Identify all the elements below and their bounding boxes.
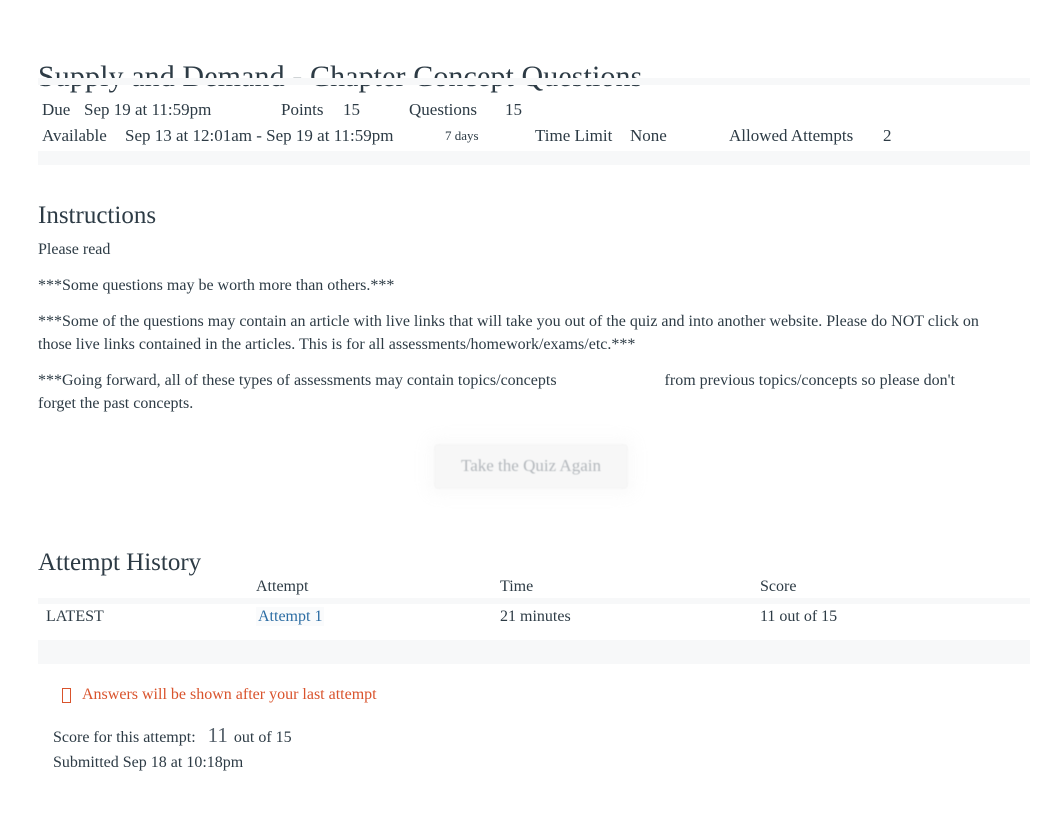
instructions-paragraph-4: ***Going forward, all of these types of … bbox=[38, 369, 990, 415]
allowed-attempts-value: 2 bbox=[883, 126, 892, 145]
quiz-show-page: Supply and Demand - Chapter Concept Ques… bbox=[0, 0, 1062, 822]
score-out-of: out of 15 bbox=[233, 729, 292, 746]
available-duration: 7 days bbox=[445, 128, 479, 143]
instructions-paragraph-3: ***Some of the questions may contain an … bbox=[38, 313, 979, 353]
warning-icon bbox=[62, 687, 71, 703]
points-value: 15 bbox=[343, 100, 360, 119]
available-value: Sep 13 at 12:01am - Sep 19 at 11:59pm bbox=[125, 126, 394, 145]
take-quiz-again-button[interactable]: Take the Quiz Again bbox=[434, 444, 628, 489]
due-label: Due bbox=[42, 100, 71, 119]
attempt-history-heading: Attempt History bbox=[38, 548, 202, 576]
answers-notice-text: Answers will be shown after your last at… bbox=[82, 686, 377, 703]
instructions-paragraph-1: Please read bbox=[38, 241, 111, 258]
allowed-attempts-label: Allowed Attempts bbox=[729, 126, 854, 145]
meta-band-bottom bbox=[38, 151, 1030, 165]
time-limit-label: Time Limit bbox=[535, 126, 613, 145]
cell-kept: LATEST bbox=[46, 608, 104, 625]
column-header-score: Score bbox=[760, 578, 797, 595]
table-header-row: Attempt Time Score bbox=[38, 574, 1030, 600]
submitted-timestamp: Submitted Sep 18 at 10:18pm bbox=[53, 754, 244, 771]
time-limit-value: None bbox=[630, 126, 667, 145]
column-header-time: Time bbox=[500, 578, 534, 595]
cell-attempt: Attempt 1 bbox=[256, 604, 325, 630]
history-band-2 bbox=[38, 640, 1030, 664]
meta-band-top bbox=[38, 78, 1030, 85]
meta-row-available: Available Sep 13 at 12:01am - Sep 19 at … bbox=[38, 123, 1030, 149]
score-label: Score for this attempt: bbox=[53, 729, 196, 746]
cell-score: 11 out of 15 bbox=[760, 608, 838, 625]
attempt-1-link[interactable]: Attempt 1 bbox=[256, 607, 325, 626]
take-quiz-again-container: Take the Quiz Again bbox=[0, 444, 1062, 489]
cell-time: 21 minutes bbox=[500, 608, 571, 625]
instructions-heading: Instructions bbox=[38, 201, 157, 229]
questions-label: Questions bbox=[409, 100, 477, 119]
meta-row-due: Due Sep 19 at 11:59pm Points 15 Question… bbox=[38, 97, 1030, 123]
column-header-attempt: Attempt bbox=[256, 578, 309, 595]
score-value: 11 bbox=[207, 723, 228, 747]
available-label: Available bbox=[42, 126, 107, 145]
instructions-paragraph-4-part-1: ***Going forward, all of these types of … bbox=[38, 372, 557, 389]
table-row: LATEST Attempt 1 21 minutes 11 out of 15 bbox=[38, 604, 1030, 630]
instructions-paragraph-2: ***Some questions may be worth more than… bbox=[38, 277, 395, 294]
questions-value: 15 bbox=[505, 100, 522, 119]
points-label: Points bbox=[281, 100, 324, 119]
answers-notice: Answers will be shown after your last at… bbox=[62, 684, 377, 706]
due-value: Sep 19 at 11:59pm bbox=[84, 100, 212, 119]
score-summary: Score for this attempt: 11 out of 15 Submi… bbox=[53, 723, 292, 775]
instructions-body: Please read ***Some questions may be wor… bbox=[38, 238, 990, 415]
score-for-attempt-line: Score for this attempt: 11 out of 15 bbox=[53, 723, 292, 750]
